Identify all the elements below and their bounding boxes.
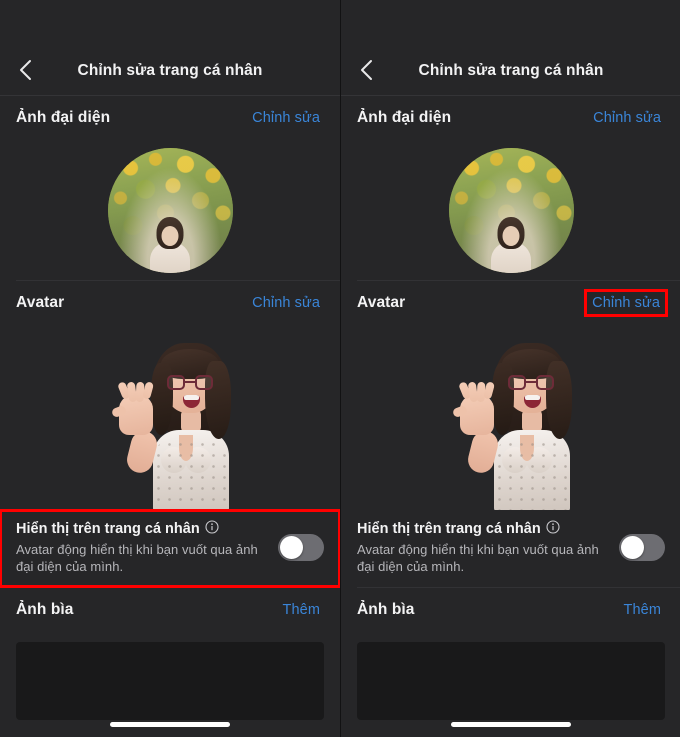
cover-photo-title-right: Ảnh bìa [357,601,415,618]
photo-person-face [161,225,179,246]
avatar-3d-figure-right [436,335,586,510]
toggle-knob [621,536,644,559]
nav-bar-right: Chỉnh sửa trang cá nhân [341,0,680,95]
page-title-left: Chỉnh sửa trang cá nhân [77,62,263,79]
cover-photo-title-left: Ảnh bìa [16,601,74,618]
show-on-profile-description-right: Avatar động hiển thị khi bạn vuốt qua ản… [357,542,599,574]
profile-photo-header-right: Ảnh đại diện Chỉnh sửa [341,96,680,140]
phone-screen-left: Chỉnh sửa trang cá nhân Ảnh đại diện Chỉ… [0,0,340,737]
back-button-left[interactable] [8,53,42,87]
avatar-dress-pattern [153,439,229,510]
avatar-glasses [508,375,554,390]
avatar-thumb [451,404,469,419]
photo-person-figure [144,215,196,273]
show-on-profile-toggle-left[interactable] [278,534,324,561]
photo-person-face [502,225,520,246]
show-on-profile-label-left: Hiển thị trên trang cá nhân [16,521,200,537]
profile-photo-preview-right[interactable] [341,140,680,280]
show-on-profile-toggle-right[interactable] [619,534,665,561]
cover-photo-header-left: Ảnh bìa Thêm [0,588,340,632]
avatar-3d-preview-right[interactable] [341,325,680,510]
avatar-lens-left [167,375,185,390]
chevron-left-icon [360,59,373,81]
show-on-profile-description-left: Avatar động hiển thị khi bạn vuốt qua ản… [16,542,258,574]
avatar-hair-right [205,361,231,439]
avatar-header-right: Avatar Chỉnh sửa [341,281,680,325]
avatar-glasses-bridge [185,381,195,383]
info-circle-icon[interactable] [546,520,560,538]
profile-photo-image-left [107,147,233,273]
profile-photo-title-left: Ảnh đại diện [16,109,111,126]
back-button-right[interactable] [349,53,383,87]
avatar-waving-hand [110,381,155,435]
chevron-left-icon [19,59,32,81]
avatar-hair-right [546,361,572,439]
profile-photo-header-left: Ảnh đại diện Chỉnh sửa [0,96,340,140]
avatar-title-left: Avatar [16,294,65,311]
avatar-glasses-bridge [526,381,536,383]
avatar-dress-pattern [494,439,570,510]
profile-photo-edit-link-right[interactable]: Chỉnh sửa [589,107,665,129]
cover-photo-placeholder-right[interactable] [357,642,665,720]
info-circle-icon[interactable] [205,520,219,538]
profile-photo-edit-link-left[interactable]: Chỉnh sửa [248,107,324,129]
avatar-lens-right [195,375,213,390]
avatar-lens-right [536,375,554,390]
avatar-title-right: Avatar [357,294,406,311]
show-on-profile-texts-left: Hiển thị trên trang cá nhân Avatar động … [16,520,266,575]
show-on-profile-texts-right: Hiển thị trên trang cá nhân Avatar động … [357,520,607,575]
cover-photo-header-right: Ảnh bìa Thêm [341,588,680,632]
avatar-3d-figure-left [95,335,245,510]
show-on-profile-row-left[interactable]: Hiển thị trên trang cá nhân Avatar động … [0,509,340,588]
dual-screenshot-stage: Chỉnh sửa trang cá nhân Ảnh đại diện Chỉ… [0,0,680,737]
show-on-profile-label-row-left: Hiển thị trên trang cá nhân [16,520,266,538]
avatar-teeth [525,395,540,400]
home-indicator-right [451,722,571,727]
avatar-edit-link-right[interactable]: Chỉnh sửa [584,289,668,317]
avatar-teeth [184,395,199,400]
profile-photo-preview-left[interactable] [0,140,340,280]
cover-photo-add-link-right[interactable]: Thêm [620,599,665,621]
avatar-edit-link-left[interactable]: Chỉnh sửa [248,292,324,314]
home-indicator-left [110,722,230,727]
show-on-profile-label-right: Hiển thị trên trang cá nhân [357,521,541,537]
show-on-profile-label-row-right: Hiển thị trên trang cá nhân [357,520,607,538]
page-title-right: Chỉnh sửa trang cá nhân [418,62,604,79]
toggle-knob [280,536,303,559]
nav-bar-left: Chỉnh sửa trang cá nhân [0,0,340,95]
show-on-profile-row-right[interactable]: Hiển thị trên trang cá nhân Avatar động … [341,510,680,587]
profile-photo-image-right [448,147,574,273]
avatar-header-left: Avatar Chỉnh sửa [0,281,340,325]
cover-photo-add-link-left[interactable]: Thêm [279,599,324,621]
profile-photo-title-right: Ảnh đại diện [357,109,452,126]
avatar-lens-left [508,375,526,390]
avatar-thumb [110,404,128,419]
avatar-waving-hand [451,381,496,435]
cover-photo-placeholder-left[interactable] [16,642,324,720]
phone-screen-right: Chỉnh sửa trang cá nhân Ảnh đại diện Chỉ… [340,0,680,737]
photo-person-figure [485,215,537,273]
avatar-3d-preview-left[interactable] [0,325,340,510]
avatar-glasses [167,375,213,390]
